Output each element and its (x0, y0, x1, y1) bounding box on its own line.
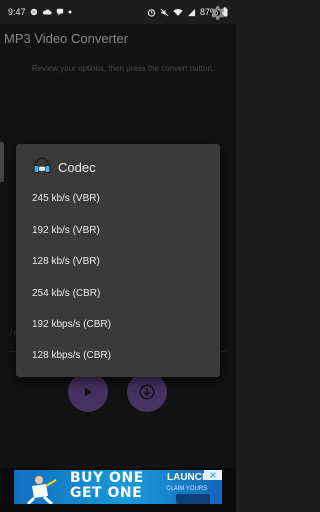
wifi-icon (173, 8, 183, 17)
codec-option[interactable]: 128 kb/s (VBR) (32, 251, 212, 271)
settings-button[interactable] (208, 4, 226, 22)
signal-icon (187, 8, 196, 17)
ad-right-title: LAUNCH (167, 472, 210, 483)
gear-icon (211, 6, 225, 20)
close-icon (210, 472, 216, 478)
codec-dialog: Codec 245 kb/s (VBR) 192 kb/s (VBR) 128 … (16, 144, 220, 377)
status-time: 9:47 (8, 7, 26, 17)
codec-option[interactable]: 192 kb/s (VBR) (32, 220, 212, 240)
messenger-icon (30, 8, 38, 16)
mute-icon (160, 8, 169, 17)
dialog-title: Codec (58, 160, 96, 175)
notification-dot-icon (68, 10, 72, 14)
alarm-icon (147, 8, 156, 17)
headphones-icon (32, 155, 52, 180)
ad-right-sub: CLAIM YOURS (166, 486, 208, 492)
ad-phone-graphic (176, 494, 210, 504)
ad-choices-badge[interactable] (204, 470, 222, 480)
codec-option[interactable]: 245 kb/s (VBR) (32, 188, 212, 208)
codec-option[interactable]: 128 kbps/s (CBR) (32, 345, 212, 365)
dialog-header: Codec (32, 155, 96, 180)
ad-player-graphic (22, 474, 60, 504)
chat-icon (56, 8, 64, 16)
cloud-icon (42, 8, 52, 16)
ad-headline: BUY ONE GET ONE (70, 470, 144, 501)
codec-option[interactable]: 254 kb/s (CBR) (32, 283, 212, 303)
status-bar: 9:47 87% (0, 0, 236, 24)
ad-image[interactable]: BUY ONE GET ONE LAUNCH CLAIM YOURS (14, 470, 222, 504)
codec-option[interactable]: 192 kbps/s (CBR) (32, 314, 212, 334)
